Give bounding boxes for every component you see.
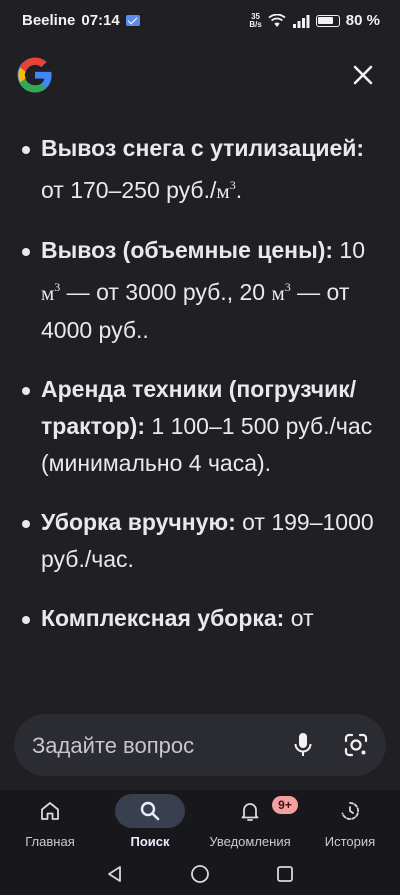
battery-percent: 80 % (345, 12, 380, 29)
item-text: 10 (333, 237, 366, 263)
home-button-icon[interactable] (190, 864, 210, 884)
search-placeholder: Задайте вопрос (32, 733, 195, 758)
nav-home[interactable]: Главная (0, 790, 100, 854)
nav-search[interactable]: Поиск (100, 790, 200, 854)
battery-level (318, 17, 333, 24)
nav-icon-container: 9+ (218, 794, 298, 828)
unit-text: м (216, 179, 230, 203)
item-label: Вывоз (объемные цены): (41, 237, 334, 263)
history-icon (341, 802, 359, 820)
nav-label: Главная (25, 834, 75, 849)
bell-icon (241, 803, 259, 821)
wifi-icon (268, 13, 286, 27)
unit-text: м (271, 281, 285, 305)
item-text-end: . (235, 177, 243, 203)
unit: м3 (41, 280, 60, 305)
recent-apps-icon[interactable] (275, 864, 295, 884)
bottom-navigation: Главная Поиск 9+ Уведомления История (0, 790, 400, 854)
carrier-name: Beeline (22, 12, 76, 29)
item-label: Комплексная уборка: (41, 605, 285, 631)
item-text: от 170–250 руб./ (41, 177, 217, 203)
header (0, 50, 400, 106)
item-label: Вывоз снега с утилизацией: (41, 135, 365, 161)
lens-camera-icon[interactable] (342, 731, 370, 759)
battery-icon (315, 14, 340, 27)
mail-notification-icon (125, 15, 140, 26)
back-icon[interactable] (105, 864, 125, 884)
item-text: — от 3000 руб., 20 (60, 279, 272, 305)
unit: м3 (271, 280, 290, 305)
notification-badge: 9+ (272, 796, 298, 814)
item-label: Уборка вручную: (41, 509, 236, 535)
network-speed-unit: B/s (249, 19, 262, 29)
google-g-icon (17, 57, 52, 93)
answer-content: Вывоз снега с утилизацией: от 170–250 ру… (0, 130, 400, 700)
list-item: Вывоз (объемные цены): 10 м3 — от 3000 р… (22, 232, 400, 349)
list-item: Уборка вручную: от 199–1000 руб./час. (22, 504, 400, 578)
nav-icon-container (115, 794, 185, 828)
network-speed: 35 B/s (249, 12, 262, 29)
unit: м3 (216, 178, 235, 203)
nav-notifications[interactable]: 9+ Уведомления (200, 790, 300, 854)
list-item: Вывоз снега с утилизацией: от 170–250 ру… (22, 130, 400, 210)
nav-label: Уведомления (209, 834, 291, 849)
list-item: Аренда техники (погрузчик/трактор): 1 10… (22, 371, 400, 482)
home-icon (41, 802, 59, 820)
search-icon (140, 801, 160, 821)
microphone-icon[interactable] (292, 731, 314, 759)
nav-icon-container (18, 794, 82, 828)
status-bar: Beeline 07:14 35 B/s 80 % (0, 0, 400, 44)
unit-text: м (41, 281, 55, 305)
ask-question-input[interactable]: Задайте вопрос (14, 714, 386, 776)
close-icon[interactable] (348, 60, 378, 90)
item-text: от (284, 605, 314, 631)
nav-icon-container (318, 794, 382, 828)
price-list: Вывоз снега с утилизацией: от 170–250 ру… (0, 130, 400, 637)
nav-label: История (324, 834, 376, 849)
signal-icon (292, 14, 310, 28)
nav-label: Поиск (130, 834, 170, 849)
clock: 07:14 (81, 12, 120, 29)
nav-history[interactable]: История (300, 790, 400, 854)
system-navigation-bar (0, 854, 400, 895)
list-item: Комплексная уборка: от (22, 600, 400, 637)
